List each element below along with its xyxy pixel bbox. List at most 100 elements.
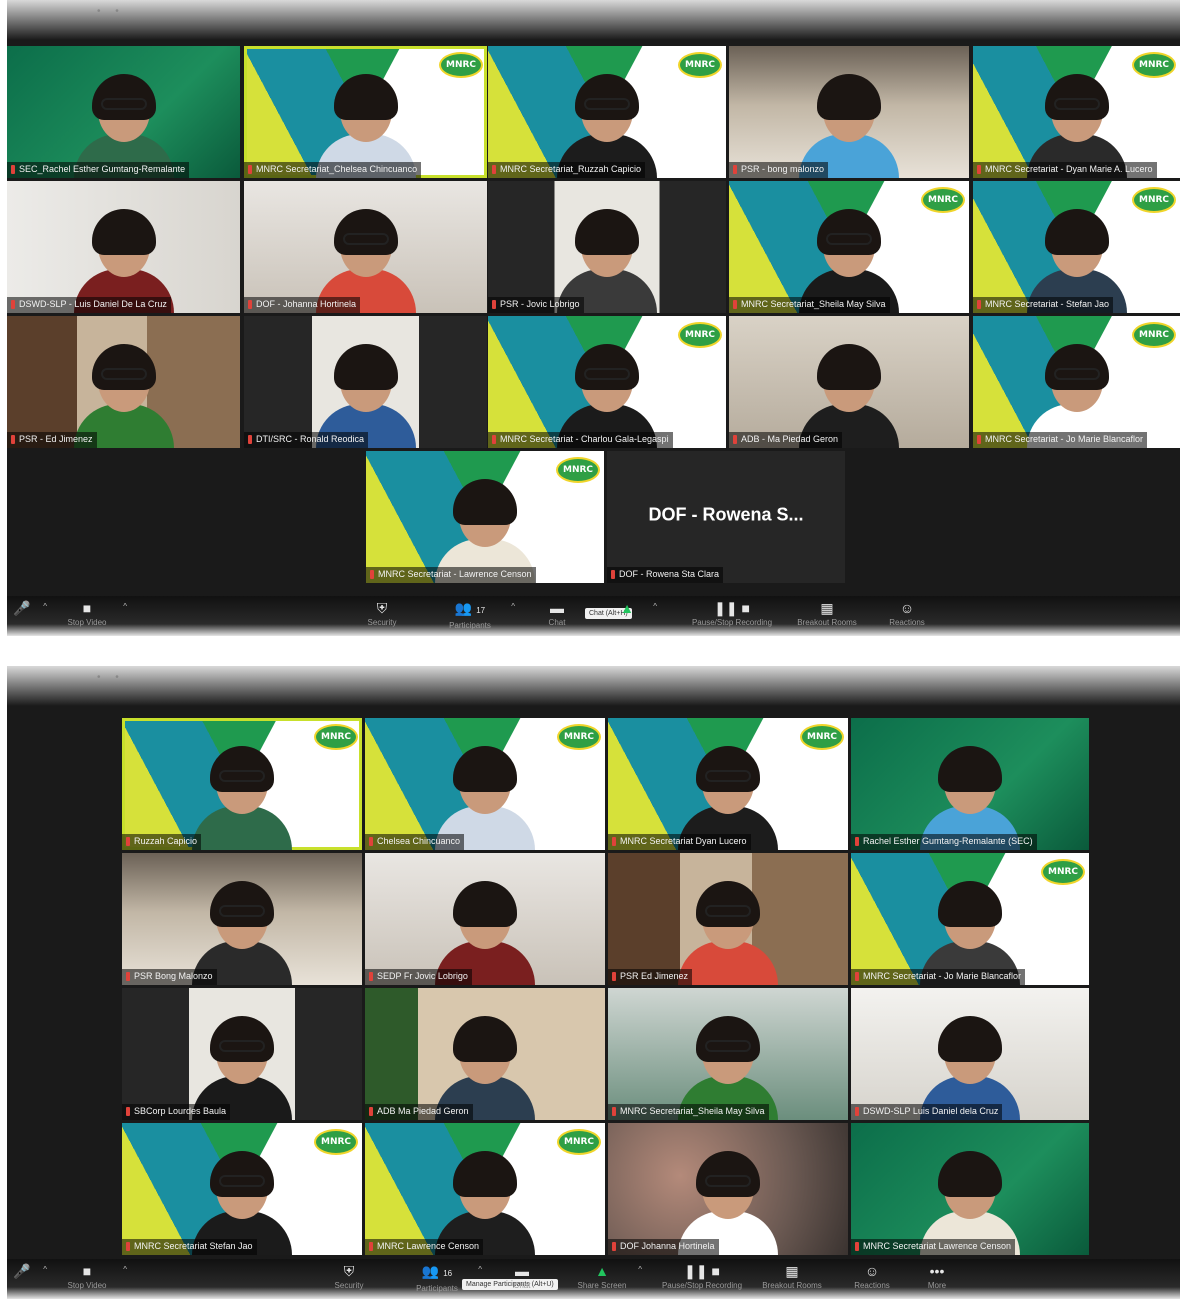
chat-button[interactable]: ▬ Chat — [532, 600, 582, 627]
participant-video-tile[interactable]: DTI/SRC - Ronald Reodica — [244, 316, 487, 448]
participant-video-tile[interactable]: MNRC MNRC Secretariat Dyan Lucero — [608, 718, 848, 850]
participant-video-tile[interactable]: Rachel Esther Gumtang-Remalante (SEC) — [851, 718, 1089, 850]
participant-video-tile[interactable]: MNRC MNRC Secretariat - Jo Marie Blancafl… — [973, 316, 1180, 448]
participant-video-tile[interactable]: MNRC MNRC Secretariat - Charlou Gala-Lega… — [488, 316, 726, 448]
share-screen-button[interactable]: ▲ ^ — [607, 600, 657, 616]
participant-video-feed — [910, 1137, 1030, 1255]
breakout-rooms-icon: ▦ — [820, 600, 834, 616]
participant-video-tile[interactable]: MNRC MNRC Secretariat Stefan Jao — [122, 1123, 362, 1255]
participant-video-tile[interactable]: DOF - Rowena S... DOF - Rowena Sta Clara — [607, 451, 845, 583]
microphone-muted-icon: 🎤 — [13, 1263, 31, 1279]
participant-video-tile[interactable]: MNRC MNRC Secretariat - Jo Marie Blancafl… — [851, 853, 1089, 985]
participant-video-tile[interactable]: MNRC Ruzzah Capicio — [122, 718, 362, 850]
mnrc-logo: MNRC — [1132, 322, 1176, 348]
reactions-button[interactable]: ☺ Reactions — [842, 1263, 902, 1290]
participant-video-feed — [182, 1137, 302, 1255]
participants-icon: 👥 — [421, 1263, 440, 1279]
window-title-bar: • • — [7, 0, 1180, 40]
participant-video-feed — [789, 195, 909, 313]
participants-button[interactable]: 👥 17 Participants ^ — [435, 600, 515, 630]
mnrc-logo: MNRC — [314, 724, 358, 750]
participant-video-tile[interactable]: MNRC MNRC Secretariat_Ruzzah Capicio — [488, 46, 726, 178]
breakout-rooms-button[interactable]: ▦ Breakout Rooms — [752, 1263, 832, 1290]
participant-video-tile[interactable]: MNRC Secretariat Lawrence Censon — [851, 1123, 1089, 1255]
participant-video-tile[interactable]: PSR - bong malonzo — [729, 46, 969, 178]
participant-name-label: DOF Johanna Hortinela — [608, 1239, 719, 1255]
participant-name-label: MNRC Secretariat Lawrence Censon — [851, 1239, 1016, 1255]
participant-name-label: MNRC Secretariat - Charlou Gala-Legaspi — [488, 432, 673, 448]
stop-video-button[interactable]: ■ Stop Video ^ — [57, 1263, 128, 1290]
stop-video-button[interactable]: ■ Stop Video ^ — [57, 600, 128, 627]
breakout-rooms-label: Breakout Rooms — [762, 1281, 822, 1290]
mnrc-logo: MNRC — [314, 1129, 358, 1155]
participant-video-tile[interactable]: SBCorp Lourdes Baula — [122, 988, 362, 1120]
participant-video-feed — [910, 732, 1030, 850]
audio-options-caret[interactable]: ^ — [43, 602, 47, 611]
participant-video-feed — [1017, 330, 1137, 448]
participant-name-label: Rachel Esther Gumtang-Remalante (SEC) — [851, 834, 1037, 850]
recording-label: Pause/Stop Recording — [661, 1281, 743, 1290]
participant-video-tile[interactable]: MNRC MNRC Secretariat - Dyan Marie A. Luc… — [973, 46, 1180, 178]
participant-name-label: PSR Bong Malonzo — [122, 969, 217, 985]
participant-video-tile[interactable]: DOF - Johanna Hortinela — [244, 181, 487, 313]
mnrc-logo: MNRC — [800, 724, 844, 750]
breakout-rooms-label: Breakout Rooms — [797, 618, 857, 627]
window-controls[interactable]: • • — [97, 672, 125, 683]
participant-video-tile[interactable]: MNRC MNRC Secretariat_Sheila May Silva — [729, 181, 969, 313]
participant-video-feed — [425, 465, 545, 583]
participants-options-caret[interactable]: ^ — [511, 602, 515, 611]
share-options-caret[interactable]: ^ — [638, 1265, 642, 1274]
recording-button[interactable]: ❚❚ ■ Pause/Stop Recording — [677, 600, 787, 627]
participant-video-tile[interactable]: MNRC Secretariat_Sheila May Silva — [608, 988, 848, 1120]
participant-video-tile[interactable]: PSR Ed Jimenez — [608, 853, 848, 985]
participant-video-feed — [910, 867, 1030, 985]
reactions-button[interactable]: ☺ Reactions — [877, 600, 937, 627]
participant-video-tile[interactable]: PSR - Ed Jimenez — [7, 316, 240, 448]
participant-video-feed — [64, 60, 184, 178]
window-controls[interactable]: • • — [97, 6, 125, 17]
reaction-emoji-icon: ☺ — [899, 600, 915, 616]
participant-video-tile[interactable]: DSWD-SLP Luis Daniel dela Cruz — [851, 988, 1089, 1120]
participant-video-tile[interactable]: MNRC Chelsea Chincuanco — [365, 718, 605, 850]
share-screen-icon: ▲ — [595, 1263, 609, 1279]
security-button[interactable]: ⛨ Security — [352, 600, 412, 627]
reactions-label: Reactions — [854, 1281, 890, 1290]
participant-video-tile[interactable]: ADB - Ma Piedad Geron — [729, 316, 969, 448]
chat-button[interactable]: ▬ Chat — [502, 1263, 542, 1290]
participant-video-tile[interactable]: ADB Ma Piedad Geron — [365, 988, 605, 1120]
participant-name-label: MNRC Secretariat - Lawrence Censon — [366, 567, 536, 583]
participant-video-tile[interactable]: DSWD-SLP - Luis Daniel De La Cruz — [7, 181, 240, 313]
breakout-rooms-button[interactable]: ▦ Breakout Rooms — [787, 600, 867, 627]
participant-name-label: ADB - Ma Piedad Geron — [729, 432, 843, 448]
participant-video-tile[interactable]: PSR Bong Malonzo — [122, 853, 362, 985]
video-options-caret[interactable]: ^ — [123, 602, 127, 611]
mnrc-logo: MNRC — [678, 52, 722, 78]
unmute-button[interactable]: 🎤 ^ — [7, 600, 47, 616]
participant-video-tile[interactable]: MNRC MNRC Secretariat - Lawrence Censon — [366, 451, 604, 583]
share-options-caret[interactable]: ^ — [653, 602, 657, 611]
more-button[interactable]: ••• More — [917, 1263, 957, 1290]
participant-video-feed — [910, 1002, 1030, 1120]
participant-video-tile[interactable]: SEDP Fr Jovic Lobrigo — [365, 853, 605, 985]
participant-video-tile[interactable]: MNRC MNRC Lawrence Censon — [365, 1123, 605, 1255]
participant-video-tile[interactable]: MNRC MNRC Secretariat - Stefan Jao — [973, 181, 1180, 313]
video-options-caret[interactable]: ^ — [123, 1265, 127, 1274]
participants-count: 16 — [443, 1269, 453, 1278]
participants-options-caret[interactable]: ^ — [478, 1265, 482, 1274]
unmute-button[interactable]: 🎤 ^ — [7, 1263, 47, 1279]
participant-video-tile[interactable]: PSR - Jovic Lobrigo — [488, 181, 726, 313]
chat-label: Chat — [548, 618, 566, 627]
participant-video-tile[interactable]: DOF Johanna Hortinela — [608, 1123, 848, 1255]
mnrc-logo: MNRC — [556, 457, 600, 483]
chat-label: Chat — [513, 1281, 531, 1290]
participant-video-tile[interactable]: SEC_Rachel Esther Gumtang-Remalante — [7, 46, 240, 178]
participant-video-tile[interactable]: MNRC MNRC Secretariat_Chelsea Chincuanco — [244, 46, 487, 178]
security-button[interactable]: ⛨ Security — [319, 1263, 379, 1290]
chat-bubble-icon: ▬ — [550, 600, 564, 616]
audio-options-caret[interactable]: ^ — [43, 1265, 47, 1274]
recording-button[interactable]: ❚❚ ■ Pause/Stop Recording — [647, 1263, 757, 1290]
share-screen-button[interactable]: ▲ Share Screen ^ — [572, 1263, 642, 1290]
meeting-toolbar: 🎤 ^ ■ Stop Video ^ ⛨ Security 👥 17 Partic… — [7, 596, 1180, 636]
participant-name-label: MNRC Secretariat_Ruzzah Capicio — [488, 162, 646, 178]
participant-video-feed — [668, 1002, 788, 1120]
